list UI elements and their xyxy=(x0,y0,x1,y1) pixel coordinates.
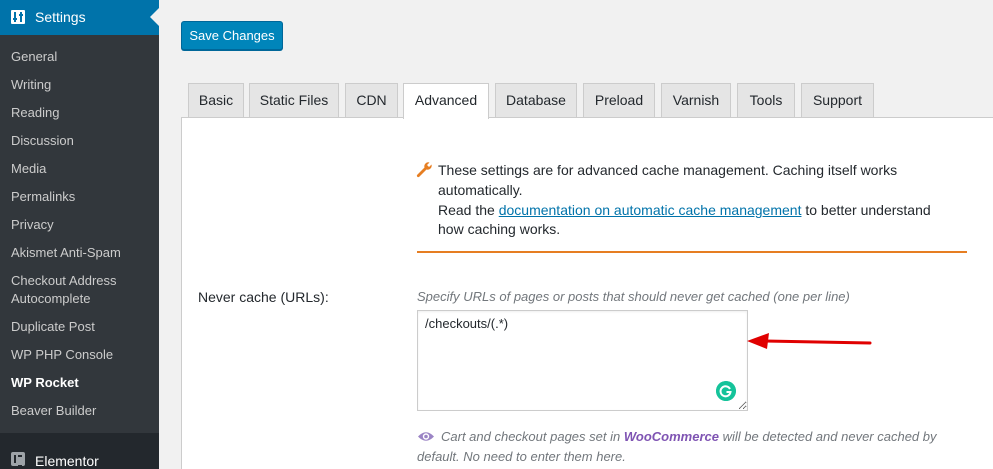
notice-text-line4: how caching works. xyxy=(438,221,561,237)
eye-icon xyxy=(418,432,434,441)
notice-text-before-link: Read the xyxy=(438,202,499,218)
sidebar-item-checkout-address-autocomplete[interactable]: Checkout Address Autocomplete xyxy=(11,272,151,308)
tab-varnish[interactable]: Varnish xyxy=(661,83,731,118)
footnote-text-before: Cart and checkout pages set in xyxy=(441,429,624,444)
sidebar-menu-elementor[interactable]: Elementor xyxy=(0,433,159,469)
tab-database[interactable]: Database xyxy=(495,83,577,118)
current-menu-pointer xyxy=(150,8,159,26)
sidebar-item-general[interactable]: General xyxy=(11,48,151,66)
never-cache-urls-label: Never cache (URLs): xyxy=(198,289,329,305)
sidebar-elementor-label: Elementor xyxy=(35,453,99,469)
notice-text-line1: These settings are for advanced cache ma… xyxy=(438,162,898,178)
sidebar-header-label: Settings xyxy=(35,9,86,25)
notice-text-after-link: to better understand xyxy=(801,202,931,218)
grammarly-icon[interactable] xyxy=(716,381,736,401)
sidebar-menu-settings[interactable]: Settings xyxy=(0,0,159,35)
footnote-line1: Cart and checkout pages set in WooCommer… xyxy=(441,429,937,444)
sidebar-item-duplicate-post[interactable]: Duplicate Post xyxy=(11,318,151,336)
tab-advanced[interactable]: Advanced xyxy=(403,83,489,119)
tab-tools[interactable]: Tools xyxy=(737,83,795,118)
wrench-icon xyxy=(416,162,432,178)
sidebar-item-writing[interactable]: Writing xyxy=(11,76,151,94)
never-cache-urls-textarea[interactable]: /checkouts/(.*) xyxy=(417,310,748,411)
annotation-arrow xyxy=(747,333,872,349)
sidebar-item-media[interactable]: Media xyxy=(11,160,151,178)
tab-static-files[interactable]: Static Files xyxy=(249,83,339,118)
never-cache-urls-description: Specify URLs of pages or posts that shou… xyxy=(417,289,850,304)
footnote-text-after: will be detected and never cached by xyxy=(718,429,937,444)
woocommerce-strong: WooCommerce xyxy=(623,429,719,444)
settings-sliders-icon xyxy=(11,10,25,24)
tab-preload[interactable]: Preload xyxy=(583,83,655,118)
sidebar-item-privacy[interactable]: Privacy xyxy=(11,216,151,234)
sidebar-item-discussion[interactable]: Discussion xyxy=(11,132,151,150)
notice-text-line3: Read the documentation on automatic cach… xyxy=(438,201,931,220)
notice-divider xyxy=(417,251,967,253)
tab-support[interactable]: Support xyxy=(801,83,874,118)
elementor-icon xyxy=(11,452,25,467)
sidebar-item-reading[interactable]: Reading xyxy=(11,104,151,122)
sidebar-item-beaver-builder[interactable]: Beaver Builder xyxy=(11,402,151,420)
sidebar-item-akismet[interactable]: Akismet Anti-Spam xyxy=(11,244,151,262)
notice-text-line2: automatically. xyxy=(438,182,523,198)
sidebar-item-wp-rocket[interactable]: WP Rocket xyxy=(11,374,151,392)
tab-basic[interactable]: Basic xyxy=(188,83,244,118)
save-changes-button[interactable]: Save Changes xyxy=(181,21,283,50)
admin-sidebar: Settings General Writing Reading Discuss… xyxy=(0,0,159,469)
documentation-link[interactable]: documentation on automatic cache managem… xyxy=(499,202,802,218)
sidebar-item-permalinks[interactable]: Permalinks xyxy=(11,188,151,206)
sidebar-item-wp-php-console[interactable]: WP PHP Console xyxy=(11,346,151,364)
settings-submenu: General Writing Reading Discussion Media… xyxy=(0,35,159,433)
tab-cdn[interactable]: CDN xyxy=(345,83,398,118)
footnote-line2: default. No need to enter them here. xyxy=(417,449,626,464)
